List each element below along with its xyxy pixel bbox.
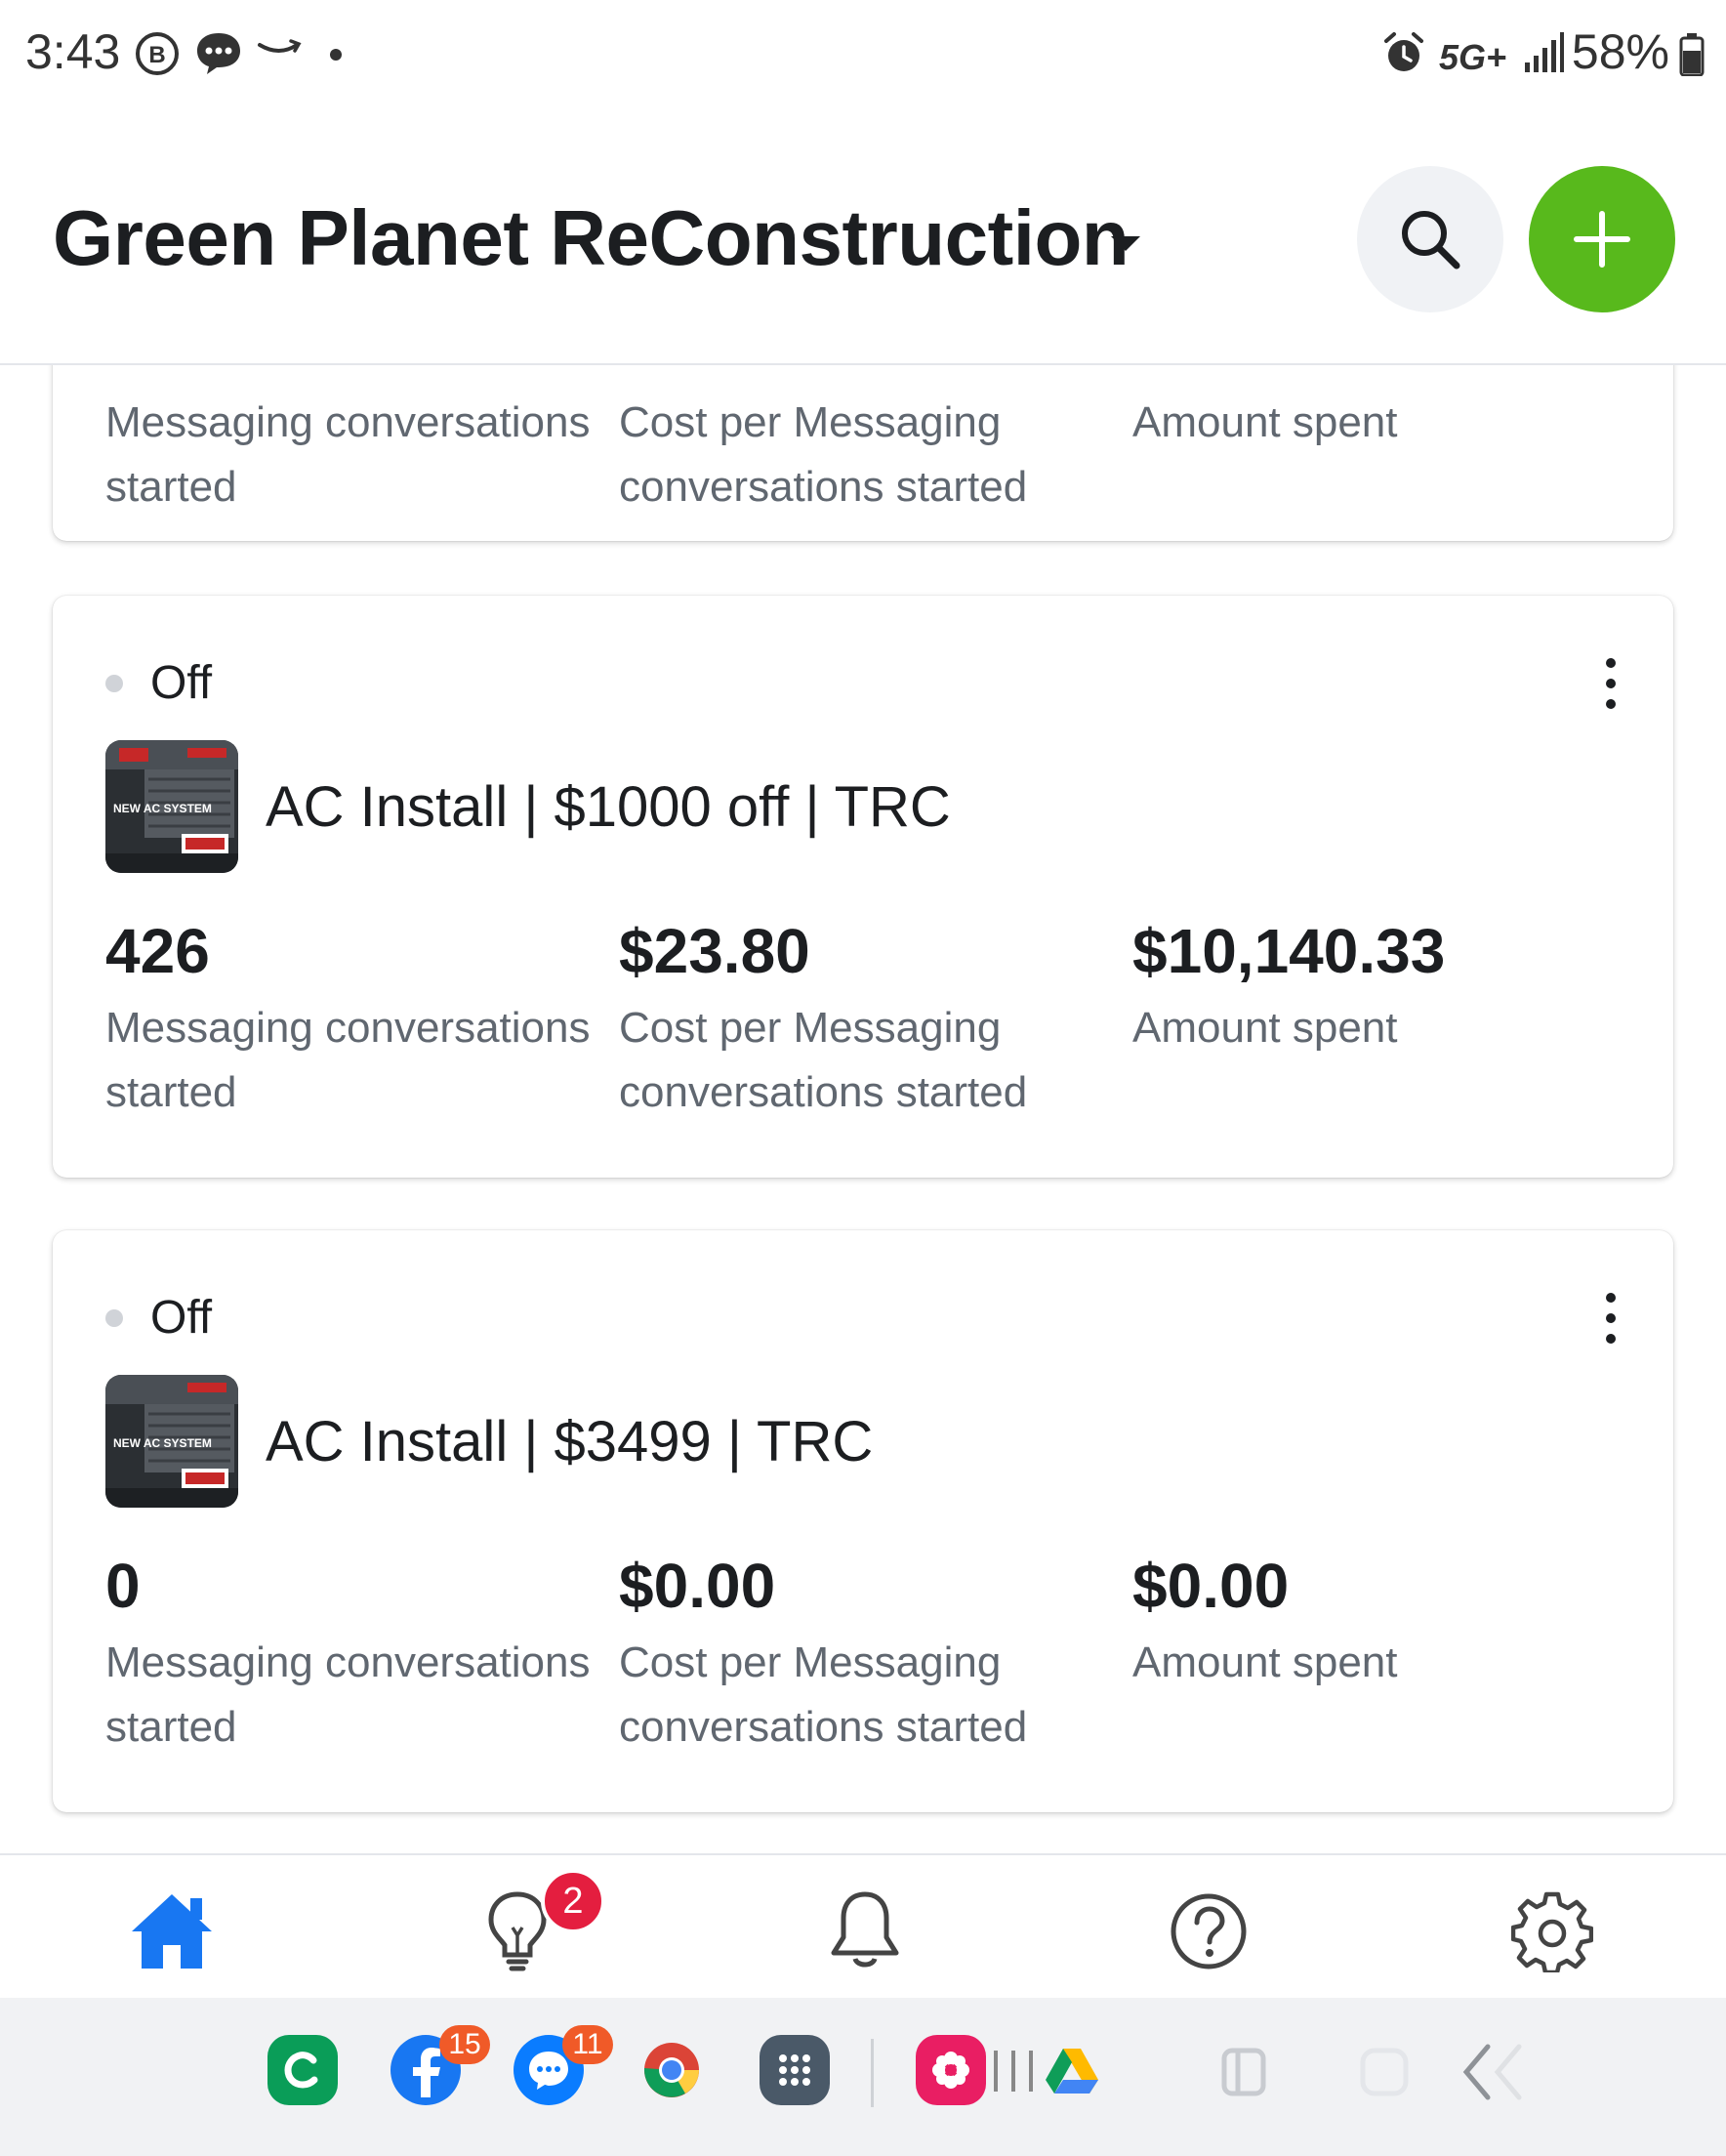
create-button[interactable] <box>1529 166 1675 312</box>
metric-amount-spent: $10,140.33 Amount spent <box>1132 914 1621 1060</box>
metric-label: Amount spent <box>1132 1004 1398 1052</box>
ad-thumbnail: NEW AC SYSTEM <box>105 1375 238 1508</box>
ads-list[interactable]: Messaging conversations started Cost per… <box>0 365 1726 1853</box>
status-dot-icon <box>105 1308 123 1327</box>
network-type: 5G+ <box>1439 37 1507 77</box>
search-button[interactable] <box>1357 166 1503 312</box>
ad-card[interactable]: Off NEW AC SYSTEM AC Install | $1000 off… <box>53 596 1673 1178</box>
thumbnail-text: NEW AC SYSTEM <box>113 802 212 815</box>
home-icon <box>132 1894 212 1969</box>
metric-label: Messaging conversations started <box>105 1004 591 1116</box>
metric-conversations: Messaging conversations started <box>105 383 594 519</box>
app-header: Green Planet ReConstruction <box>0 109 1726 365</box>
metric-label: Messaging conversations started <box>105 1638 591 1751</box>
drive-icon[interactable] <box>1037 2035 1107 2105</box>
help-icon <box>1171 1893 1247 1969</box>
settings-icon <box>1511 1891 1593 1972</box>
signal-icon <box>1525 32 1564 72</box>
dock-divider <box>871 2039 874 2107</box>
system-dock: 15 11 <box>0 1998 1726 2156</box>
ad-thumbnail: NEW AC SYSTEM <box>105 740 238 873</box>
alarm-icon <box>1384 32 1423 71</box>
ad-card[interactable]: Messaging conversations started Cost per… <box>53 365 1673 541</box>
battery-icon <box>1679 33 1705 76</box>
more-options-icon[interactable] <box>1601 658 1621 709</box>
metric-cost-per: $0.00 Cost per Messaging conversations s… <box>619 1549 1107 1760</box>
metric-label: Amount spent <box>1132 398 1398 446</box>
nav-help[interactable] <box>1160 1883 1257 1980</box>
metric-value: $0.00 <box>619 1551 776 1621</box>
metric-value: 426 <box>105 916 210 986</box>
battery-percent: 58% <box>1571 24 1669 79</box>
metric-label: Amount spent <box>1132 1638 1398 1686</box>
more-options-icon[interactable] <box>1601 1293 1621 1344</box>
metric-amount-spent: Amount spent <box>1132 383 1621 455</box>
app-drawer-icon[interactable] <box>760 2035 830 2105</box>
ad-name[interactable]: AC Install | $1000 off | TRC <box>266 774 951 840</box>
metric-conversations: 426 Messaging conversations started <box>105 914 594 1125</box>
gallery-icon[interactable] <box>916 2035 986 2105</box>
thumbnail-text: NEW AC SYSTEM <box>113 1436 212 1450</box>
metric-cost-per: $23.80 Cost per Messaging conversations … <box>619 914 1107 1125</box>
recents-icon[interactable] <box>1218 2043 1269 2101</box>
ad-status: Off <box>105 1291 212 1345</box>
metric-value: 0 <box>105 1551 141 1621</box>
metric-label: Messaging conversations started <box>105 398 591 511</box>
ad-title-row[interactable]: NEW AC SYSTEM AC Install | $3499 | TRC <box>105 1375 873 1508</box>
recents-apps-bars-icon <box>994 2051 1033 2092</box>
search-icon <box>1402 211 1460 270</box>
metric-label: Cost per Messaging conversations started <box>619 1638 1028 1751</box>
nav-notifications[interactable] <box>816 1883 914 1980</box>
nav-home[interactable] <box>123 1883 221 1980</box>
status-text: Off <box>150 1292 213 1344</box>
home-button-icon[interactable] <box>1357 2043 1412 2101</box>
bottom-nav: 2 <box>0 1853 1726 2000</box>
chrome-icon[interactable] <box>637 2035 707 2105</box>
back-icon[interactable] <box>1457 2041 1539 2103</box>
status-bar: 3:43 B 5G+ 58% <box>0 0 1726 109</box>
metric-label: Cost per Messaging conversations started <box>619 398 1028 511</box>
facebook-badge: 15 <box>439 2025 490 2064</box>
messenger-badge: 11 <box>562 2025 613 2064</box>
nav-settings[interactable] <box>1503 1883 1601 1980</box>
ad-title-row[interactable]: NEW AC SYSTEM AC Install | $1000 off | T… <box>105 740 951 873</box>
metric-cost-per: Cost per Messaging conversations started <box>619 383 1107 519</box>
metric-value: $10,140.33 <box>1132 916 1446 986</box>
ad-status: Off <box>105 656 212 710</box>
insights-badge: 2 <box>541 1869 605 1933</box>
c-app-icon[interactable] <box>267 2035 338 2105</box>
page-title[interactable]: Green Planet ReConstruction <box>53 193 1130 283</box>
metric-value: $0.00 <box>1132 1551 1290 1621</box>
metric-value: $23.80 <box>619 916 810 986</box>
amazon-icon <box>258 39 302 53</box>
plus-icon <box>1574 211 1630 268</box>
status-dot-icon <box>105 674 123 692</box>
status-text: Off <box>150 657 213 709</box>
ad-card[interactable]: Off NEW AC SYSTEM AC Install | $3499 | T… <box>53 1230 1673 1812</box>
dot-icon <box>330 49 342 61</box>
caret-down-icon[interactable] <box>1109 232 1142 254</box>
ad-name[interactable]: AC Install | $3499 | TRC <box>266 1409 873 1474</box>
svg-text:B: B <box>148 42 165 68</box>
metric-label: Cost per Messaging conversations started <box>619 1004 1028 1116</box>
bell-icon <box>831 1891 899 1968</box>
messages-icon <box>197 33 240 74</box>
status-time: 3:43 <box>25 24 121 79</box>
metric-amount-spent: $0.00 Amount spent <box>1132 1549 1621 1695</box>
bixby-icon: B <box>136 32 179 75</box>
metric-conversations: 0 Messaging conversations started <box>105 1549 594 1760</box>
